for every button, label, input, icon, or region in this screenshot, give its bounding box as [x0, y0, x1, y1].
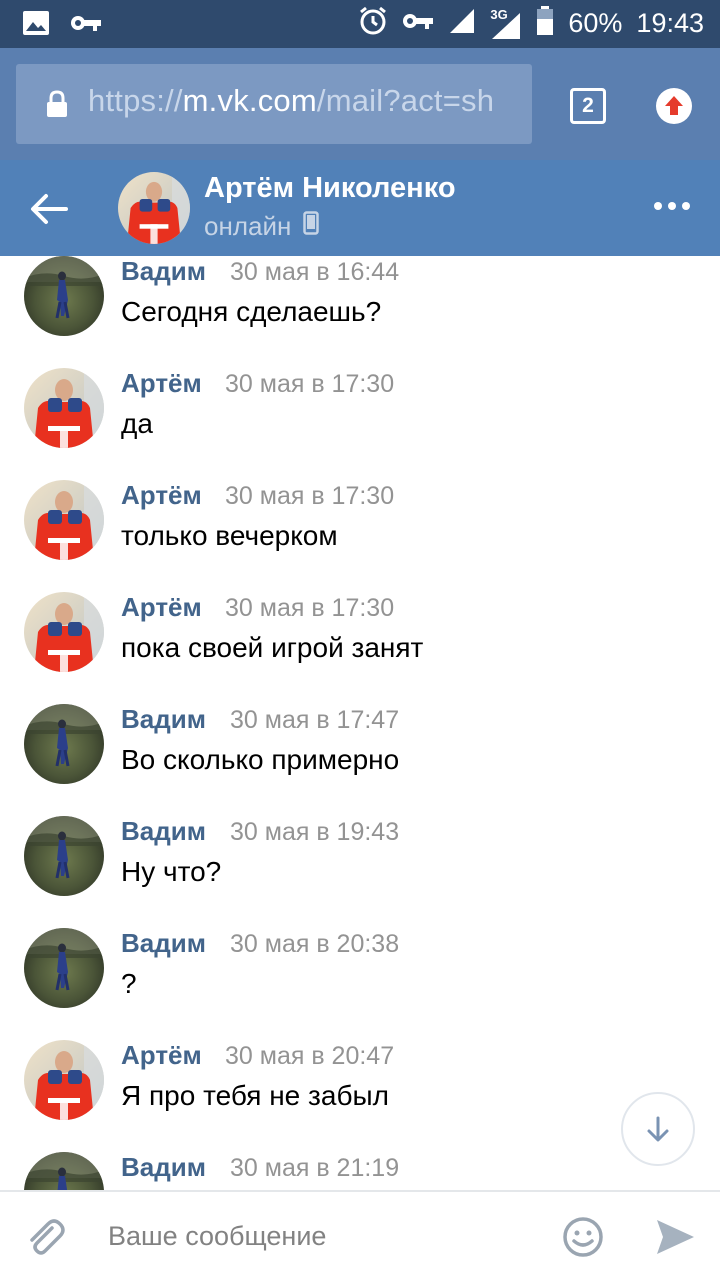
message: Вадим 30 мая в 16:44 Сегодня сделаешь? [0, 256, 720, 368]
scroll-down-button[interactable] [621, 1092, 695, 1166]
message-text: только вечерком [121, 520, 338, 551]
contact-status: онлайн [204, 211, 320, 242]
sender-avatar[interactable] [24, 480, 104, 560]
send-icon[interactable] [654, 1216, 696, 1258]
message-text: Во сколько примерно [121, 744, 400, 775]
message-time: 30 мая в 21:19 [230, 1154, 400, 1182]
message: Артём 30 мая в 17:30 пока своей игрой за… [0, 592, 720, 704]
sender-avatar[interactable] [24, 368, 104, 448]
message: Артём 30 мая в 17:30 да [0, 368, 720, 480]
message: Вадим 30 мая в 21:19 [0, 1152, 720, 1190]
message: Артём 30 мая в 20:47 Я про тебя не забыл [0, 1040, 720, 1152]
sender-avatar[interactable] [24, 1040, 104, 1120]
key-icon [70, 13, 102, 38]
message-time: 30 мая в 19:43 [230, 818, 400, 846]
message-text: пока своей игрой занят [121, 632, 424, 663]
sender-avatar[interactable] [24, 592, 104, 672]
tabs-count-button[interactable]: 2 [570, 88, 606, 124]
message-time: 30 мая в 17:30 [225, 482, 395, 510]
sender-name[interactable]: Вадим [121, 816, 206, 847]
sender-avatar[interactable] [24, 1152, 104, 1190]
network-3g-icon: 3G [490, 7, 522, 41]
contact-avatar[interactable] [118, 172, 190, 244]
emoji-icon[interactable] [562, 1216, 604, 1258]
sender-name[interactable]: Вадим [121, 1152, 206, 1183]
status-bar: 3G 60% 19:43 [0, 0, 720, 48]
url-bar[interactable]: https://m.vk.com/mail?act=sh [16, 64, 532, 144]
message: Вадим 30 мая в 19:43 Ну что? [0, 816, 720, 928]
mobile-phone-icon [303, 211, 320, 242]
battery-icon [536, 6, 554, 41]
url-text: https://m.vk.com/mail?act=sh [88, 83, 495, 118]
sender-name[interactable]: Артём [121, 368, 202, 399]
vpn-key-icon [402, 11, 434, 36]
message-text: ? [121, 968, 137, 999]
sender-name[interactable]: Артём [121, 592, 202, 623]
message-time: 30 мая в 17:30 [225, 370, 395, 398]
message: Вадим 30 мая в 17:47 Во сколько примерно [0, 704, 720, 816]
message-time: 30 мая в 16:44 [230, 258, 400, 286]
upload-icon[interactable] [656, 88, 692, 124]
message-time: 30 мая в 17:47 [230, 706, 400, 734]
arrow-down-icon [647, 1116, 669, 1142]
chat-header: Артём Николенко онлайн [0, 160, 720, 256]
message-text: да [121, 408, 153, 439]
back-arrow-icon[interactable] [28, 188, 70, 230]
message-list: Вадим 30 мая в 16:44 Сегодня сделаешь? А… [0, 256, 720, 1190]
message-text: Сегодня сделаешь? [121, 296, 382, 327]
browser-toolbar: https://m.vk.com/mail?act=sh 2 [0, 48, 720, 160]
paperclip-icon[interactable] [22, 1214, 68, 1260]
sender-name[interactable]: Артём [121, 480, 202, 511]
message-time: 30 мая в 20:38 [230, 930, 400, 958]
sender-name[interactable]: Вадим [121, 256, 206, 287]
more-options-icon[interactable] [654, 202, 690, 210]
message-time: 30 мая в 17:30 [225, 594, 395, 622]
message-text: Я про тебя не забыл [121, 1080, 389, 1111]
sender-avatar[interactable] [24, 816, 104, 896]
sender-name[interactable]: Вадим [121, 704, 206, 735]
sender-name[interactable]: Вадим [121, 928, 206, 959]
message: Вадим 30 мая в 20:38 ? [0, 928, 720, 1040]
message-text: Ну что? [121, 856, 222, 887]
clock: 19:43 [636, 8, 704, 38]
lock-icon [46, 90, 68, 123]
sender-name[interactable]: Артём [121, 1040, 202, 1071]
message-input[interactable] [108, 1210, 538, 1262]
message-composer [0, 1190, 720, 1280]
contact-name[interactable]: Артём Николенко [204, 172, 456, 205]
sender-avatar[interactable] [24, 256, 104, 336]
sender-avatar[interactable] [24, 928, 104, 1008]
sender-avatar[interactable] [24, 704, 104, 784]
image-icon [22, 10, 50, 41]
alarm-icon [358, 6, 388, 41]
message-time: 30 мая в 20:47 [225, 1042, 395, 1070]
signal-icon [448, 7, 476, 40]
battery-percent: 60% [568, 8, 623, 38]
message: Артём 30 мая в 17:30 только вечерком [0, 480, 720, 592]
